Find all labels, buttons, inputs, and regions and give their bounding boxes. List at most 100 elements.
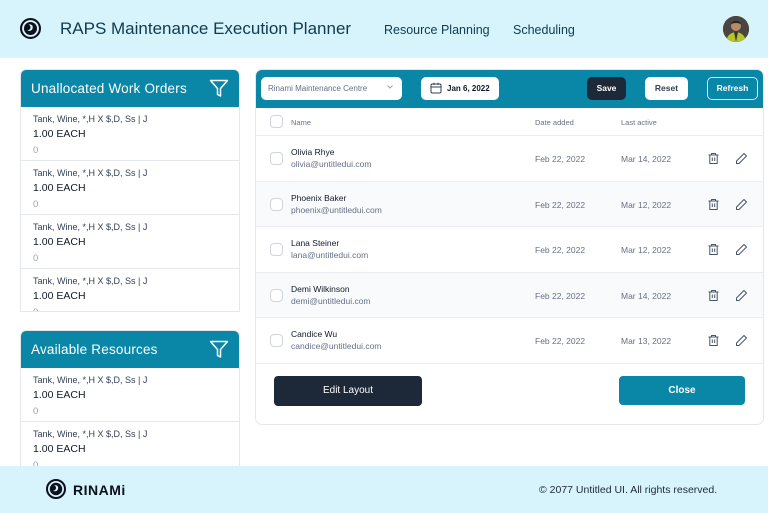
footer: RINAMi © 2077 Untitled UI. All rights re… <box>0 466 768 513</box>
resource-quantity: 1.00 EACH <box>33 389 86 401</box>
footer-brand: RINAMi <box>73 482 126 498</box>
user-email: phoenix@untitledui.com <box>291 204 382 215</box>
date-added: Feb 22, 2022 <box>535 154 586 164</box>
row-checkbox[interactable] <box>270 197 283 211</box>
row-checkbox[interactable] <box>270 243 283 256</box>
column-header-last-active[interactable]: Last active <box>621 118 657 127</box>
centre-select-value: Rinami Maintenance Centre <box>268 84 368 93</box>
pencil-icon[interactable] <box>735 289 748 302</box>
date-added: Feb 22, 2022 <box>535 199 586 210</box>
user-email: olivia@untitledui.com <box>291 159 372 169</box>
nav-scheduling[interactable]: Scheduling <box>513 23 575 37</box>
work-order-count: 0 <box>33 145 39 156</box>
resource-item[interactable]: Tank, Wine, *,H X $,D, Ss | J 1.00 EACH … <box>21 422 239 466</box>
trash-icon[interactable] <box>707 334 720 347</box>
rinami-logo-icon <box>46 479 66 499</box>
user-avatar[interactable] <box>723 16 749 42</box>
copyright-text: © 2077 Untitled UI. All rights reserved. <box>539 484 718 496</box>
avatar-image-icon <box>723 16 749 42</box>
last-active: Mar 14, 2022 <box>621 154 672 164</box>
user-name: Candice Wu <box>291 329 338 339</box>
user-email: lana@untitledui.com <box>291 250 369 260</box>
table-row[interactable]: Phoenix Baker phoenix@untitledui.com Feb… <box>256 181 763 227</box>
panel-title: Unallocated Work Orders <box>31 81 187 96</box>
filter-icon[interactable] <box>209 79 229 98</box>
resource-count: 0 <box>33 406 39 417</box>
filter-icon[interactable] <box>209 340 229 359</box>
user-email: demi@untitledui.com <box>291 295 371 306</box>
table-row[interactable]: Olivia Rhye olivia@untitledui.com Feb 22… <box>256 136 763 182</box>
work-order-item[interactable]: Tank, Wine, *,H X $,D, Ss | J 1.00 EACH … <box>21 107 239 161</box>
chevron-down-icon <box>387 85 393 89</box>
last-active: Mar 14, 2022 <box>621 290 672 301</box>
refresh-button[interactable]: Refresh <box>707 77 758 100</box>
last-active: Mar 12, 2022 <box>621 199 672 210</box>
unallocated-work-orders-panel: Unallocated Work Orders Tank, Wine, *,H … <box>20 69 240 312</box>
table-header: Name Date added Last active <box>256 108 763 136</box>
table-body: Olivia Rhye olivia@untitledui.com Feb 22… <box>256 136 763 364</box>
app-title: RAPS Maintenance Execution Planner <box>60 19 352 38</box>
column-header-date-added[interactable]: Date added <box>535 118 574 127</box>
top-bar: RAPS Maintenance Execution Planner Resou… <box>0 0 768 58</box>
user-name: Olivia Rhye <box>291 147 335 157</box>
work-order-quantity: 1.00 EACH <box>33 290 86 302</box>
edit-layout-button[interactable]: Edit Layout <box>274 376 422 406</box>
work-order-description: Tank, Wine, *,H X $,D, Ss | J <box>33 168 148 178</box>
pencil-icon[interactable] <box>735 198 748 211</box>
work-order-item[interactable]: Tank, Wine, *,H X $,D, Ss | J 1.00 EACH … <box>21 269 239 311</box>
close-button[interactable]: Close <box>619 376 745 405</box>
work-order-description: Tank, Wine, *,H X $,D, Ss | J <box>33 114 148 124</box>
work-order-description: Tank, Wine, *,H X $,D, Ss | J <box>33 222 148 232</box>
user-name: Phoenix Baker <box>291 192 347 203</box>
resource-quantity: 1.00 EACH <box>33 443 86 455</box>
selected-date: Jan 6, 2022 <box>447 84 490 93</box>
nav-resource-planning[interactable]: Resource Planning <box>384 23 490 37</box>
date-added: Feb 22, 2022 <box>535 336 586 346</box>
work-order-quantity: 1.00 EACH <box>33 128 86 140</box>
team-table-card: Rinami Maintenance Centre Jan 6, 2022 Sa… <box>255 69 764 425</box>
user-email: candice@untitledui.com <box>291 341 382 351</box>
table-row[interactable]: Candice Wu candice@untitledui.com Feb 22… <box>256 318 763 364</box>
trash-icon[interactable] <box>707 198 720 211</box>
pencil-icon[interactable] <box>735 243 748 256</box>
table-row[interactable]: Lana Steiner lana@untitledui.com Feb 22,… <box>256 227 763 273</box>
date-added: Feb 22, 2022 <box>535 290 586 301</box>
work-order-count: 0 <box>33 199 39 210</box>
panel-header: Unallocated Work Orders <box>21 70 239 107</box>
work-order-description: Tank, Wine, *,H X $,D, Ss | J <box>33 276 148 286</box>
trash-icon[interactable] <box>707 289 720 302</box>
save-button[interactable]: Save <box>587 77 626 100</box>
work-order-count: 0 <box>33 306 239 311</box>
row-checkbox[interactable] <box>270 152 283 165</box>
date-picker-button[interactable]: Jan 6, 2022 <box>421 77 499 100</box>
last-active: Mar 12, 2022 <box>621 245 672 255</box>
panel-title: Available Resources <box>31 342 158 357</box>
centre-select[interactable]: Rinami Maintenance Centre <box>261 77 402 100</box>
work-order-item[interactable]: Tank, Wine, *,H X $,D, Ss | J 1.00 EACH … <box>21 215 239 269</box>
column-header-name[interactable]: Name <box>291 118 311 127</box>
resource-description: Tank, Wine, *,H X $,D, Ss | J <box>33 375 148 385</box>
last-active: Mar 13, 2022 <box>621 336 672 346</box>
available-resources-panel: Available Resources Tank, Wine, *,H X $,… <box>20 330 240 466</box>
row-checkbox[interactable] <box>270 288 283 302</box>
row-checkbox[interactable] <box>270 334 283 347</box>
work-order-count: 0 <box>33 253 39 264</box>
rinami-logo-icon <box>20 18 41 39</box>
pencil-icon[interactable] <box>735 334 748 347</box>
work-order-quantity: 1.00 EACH <box>33 182 86 194</box>
pencil-icon[interactable] <box>735 152 748 165</box>
table-row[interactable]: Demi Wilkinson demi@untitledui.com Feb 2… <box>256 272 763 318</box>
trash-icon[interactable] <box>707 243 720 256</box>
resource-description: Tank, Wine, *,H X $,D, Ss | J <box>33 429 148 439</box>
resource-item[interactable]: Tank, Wine, *,H X $,D, Ss | J 1.00 EACH … <box>21 368 239 422</box>
user-name: Lana Steiner <box>291 238 340 248</box>
reset-button[interactable]: Reset <box>645 77 688 100</box>
select-all-checkbox[interactable] <box>270 115 283 128</box>
trash-icon[interactable] <box>707 152 720 165</box>
table-toolbar: Rinami Maintenance Centre Jan 6, 2022 Sa… <box>256 70 763 108</box>
work-order-quantity: 1.00 EACH <box>33 236 86 248</box>
work-order-item[interactable]: Tank, Wine, *,H X $,D, Ss | J 1.00 EACH … <box>21 161 239 215</box>
panel-header: Available Resources <box>21 331 239 368</box>
resource-count: 0 <box>33 460 39 466</box>
user-name: Demi Wilkinson <box>291 283 350 294</box>
